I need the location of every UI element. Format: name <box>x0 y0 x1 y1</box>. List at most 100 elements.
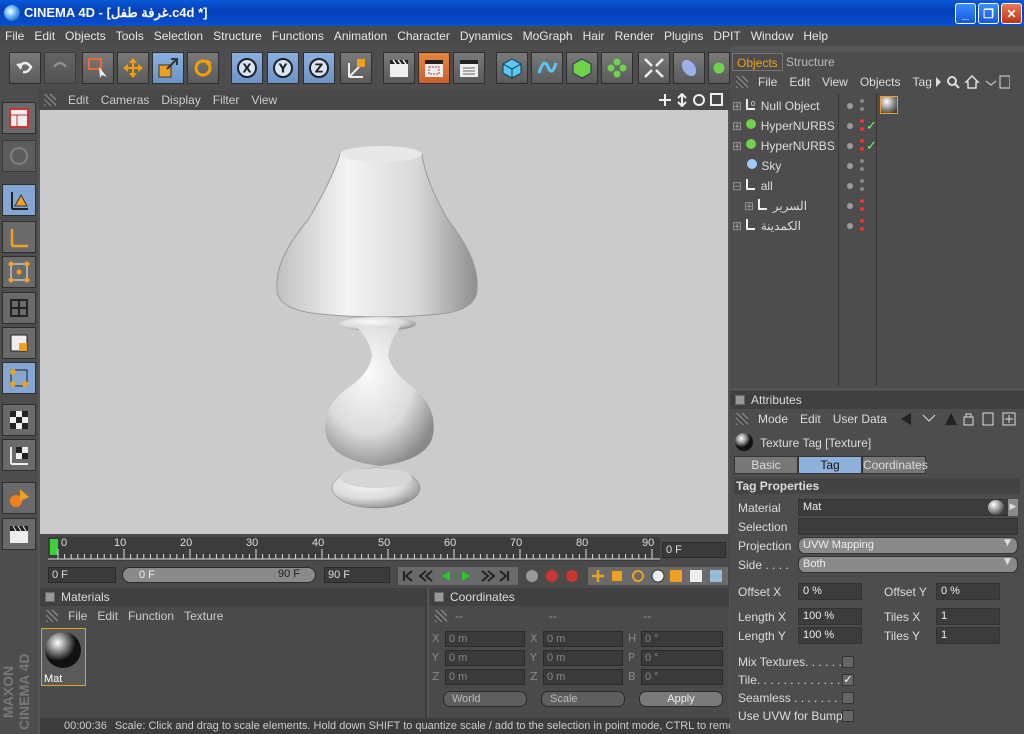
minimize-button[interactable]: _ <box>955 3 976 24</box>
tab-structure[interactable]: Structure <box>782 53 839 71</box>
z-axis-button[interactable]: Z <box>303 52 335 84</box>
materials-menu-function[interactable]: Function <box>128 609 174 623</box>
close-button[interactable]: ✕ <box>1001 3 1022 24</box>
apply-button[interactable]: Apply <box>639 691 723 707</box>
deformer-button[interactable] <box>638 52 670 84</box>
tab-tag[interactable]: Tag <box>798 456 862 474</box>
selection-field[interactable] <box>798 518 1018 535</box>
rotate-tool-button[interactable] <box>187 52 219 84</box>
objects-menu-edit[interactable]: Edit <box>789 75 810 89</box>
attributes-menu-edit[interactable]: Edit <box>800 412 821 426</box>
move-tool-button[interactable] <box>117 52 149 84</box>
position-z-field[interactable]: 0 m <box>445 669 525 685</box>
projection-dropdown[interactable]: UVW Mapping <box>798 537 1018 554</box>
menu-functions[interactable]: Functions <box>267 29 329 43</box>
panel-toggle-icon[interactable] <box>434 592 444 602</box>
menu-file[interactable]: File <box>0 29 29 43</box>
x-axis-button[interactable]: X <box>231 52 263 84</box>
use-object-tool-button[interactable] <box>2 184 36 216</box>
object-row-null[interactable]: ⊞ 0 Null Object <box>732 96 1022 116</box>
menu-edit[interactable]: Edit <box>29 29 60 43</box>
menu-structure[interactable]: Structure <box>208 29 267 43</box>
timeline-ruler[interactable]: 0 10 20 30 40 50 60 70 80 90 <box>48 537 660 561</box>
enabled-check-icon[interactable]: ✓ <box>866 136 877 156</box>
offset-x-field[interactable]: 0 % <box>798 583 862 600</box>
live-select-button[interactable] <box>82 52 114 84</box>
use-model-button[interactable] <box>2 102 36 134</box>
length-y-field[interactable]: 100 % <box>798 627 862 644</box>
tab-coordinates[interactable]: Coordinates <box>862 456 928 474</box>
rotation-h-field[interactable]: 0 ° <box>641 631 723 647</box>
object-row-sky[interactable]: Sky <box>732 156 1022 176</box>
viewport-nav-icons[interactable] <box>658 93 730 107</box>
cube-object-button[interactable] <box>496 52 528 84</box>
start-frame-field[interactable]: 0 F <box>48 567 116 583</box>
current-frame-field[interactable]: 0 F <box>662 542 726 558</box>
render-view-button[interactable] <box>383 52 415 84</box>
undo-button[interactable] <box>9 52 41 84</box>
object-row-nightstand[interactable]: ⊞ الكمدينة <box>732 216 1022 236</box>
rotation-p-field[interactable]: 0 ° <box>641 650 723 666</box>
workplane-button[interactable] <box>2 439 36 471</box>
menu-help[interactable]: Help <box>798 29 833 43</box>
texture-axis-button[interactable] <box>2 221 36 253</box>
polygons-mode-button[interactable] <box>2 327 36 359</box>
size-z-field[interactable]: 0 m <box>543 669 623 685</box>
menu-character[interactable]: Character <box>392 29 455 43</box>
menu-hair[interactable]: Hair <box>578 29 610 43</box>
tiles-y-field[interactable]: 1 <box>936 627 1000 644</box>
menu-objects[interactable]: Objects <box>60 29 111 43</box>
rotation-b-field[interactable]: 0 ° <box>641 669 723 685</box>
viewport-menu-edit[interactable]: Edit <box>68 93 89 107</box>
texture-tag-icon[interactable] <box>880 96 898 114</box>
menu-animation[interactable]: Animation <box>329 29 392 43</box>
position-y-field[interactable]: 0 m <box>445 650 525 666</box>
object-row-bed[interactable]: ⊞ السرير <box>732 196 1022 216</box>
render-settings-button[interactable] <box>453 52 485 84</box>
spline-button[interactable] <box>531 52 563 84</box>
maximize-button[interactable]: ❐ <box>978 3 999 24</box>
tab-basic[interactable]: Basic <box>734 456 798 474</box>
size-mode-dropdown[interactable]: Scale <box>541 691 625 707</box>
menu-selection[interactable]: Selection <box>149 29 208 43</box>
material-link-field[interactable]: Mat <box>798 499 1010 516</box>
environment-button[interactable] <box>673 52 705 84</box>
attributes-menu-mode[interactable]: Mode <box>758 412 788 426</box>
model-mode-button[interactable] <box>2 362 36 394</box>
object-row-hypernurbs[interactable]: ⊞ HyperNURBS ✓ <box>732 136 1022 156</box>
menu-tools[interactable]: Tools <box>111 29 149 43</box>
objects-menu-objects[interactable]: Objects <box>860 75 901 89</box>
scale-tool-button[interactable] <box>152 52 184 84</box>
mix-textures-checkbox[interactable] <box>842 656 854 668</box>
texture-mode-button[interactable] <box>2 404 36 436</box>
edges-mode-button[interactable] <box>2 292 36 324</box>
render-active-view-button[interactable] <box>2 518 36 550</box>
panel-toggle-icon[interactable] <box>735 395 745 405</box>
render-region-button[interactable] <box>418 52 450 84</box>
viewport-menu-cameras[interactable]: Cameras <box>101 93 150 107</box>
viewport-menu-view[interactable]: View <box>251 93 277 107</box>
object-row-all[interactable]: ⊟ all <box>732 176 1022 196</box>
menu-render[interactable]: Render <box>610 29 659 43</box>
material-swatch[interactable]: Mat <box>41 628 86 686</box>
materials-menu-edit[interactable]: Edit <box>97 609 118 623</box>
attributes-nav-icons[interactable] <box>899 412 1017 426</box>
material-arrow-icon[interactable]: ▶ <box>1008 499 1018 516</box>
offset-y-field[interactable]: 0 % <box>936 583 1000 600</box>
objects-nav-icons[interactable] <box>935 75 1010 89</box>
viewport-menu-filter[interactable]: Filter <box>213 93 240 107</box>
tab-objects[interactable]: Objects <box>732 53 783 71</box>
menu-window[interactable]: Window <box>746 29 799 43</box>
animation-mode-button[interactable] <box>2 482 36 514</box>
menu-plugins[interactable]: Plugins <box>659 29 708 43</box>
array-button[interactable] <box>601 52 633 84</box>
redo-button[interactable] <box>44 52 76 84</box>
menu-mograph[interactable]: MoGraph <box>518 29 578 43</box>
end-frame-field[interactable]: 90 F <box>324 567 390 583</box>
menu-dynamics[interactable]: Dynamics <box>455 29 518 43</box>
viewport-menu-display[interactable]: Display <box>161 93 200 107</box>
side-dropdown[interactable]: Both <box>798 556 1018 573</box>
attributes-menu-userdata[interactable]: User Data <box>833 412 887 426</box>
playback-controls[interactable] <box>396 567 730 585</box>
objects-menu-file[interactable]: File <box>758 75 777 89</box>
